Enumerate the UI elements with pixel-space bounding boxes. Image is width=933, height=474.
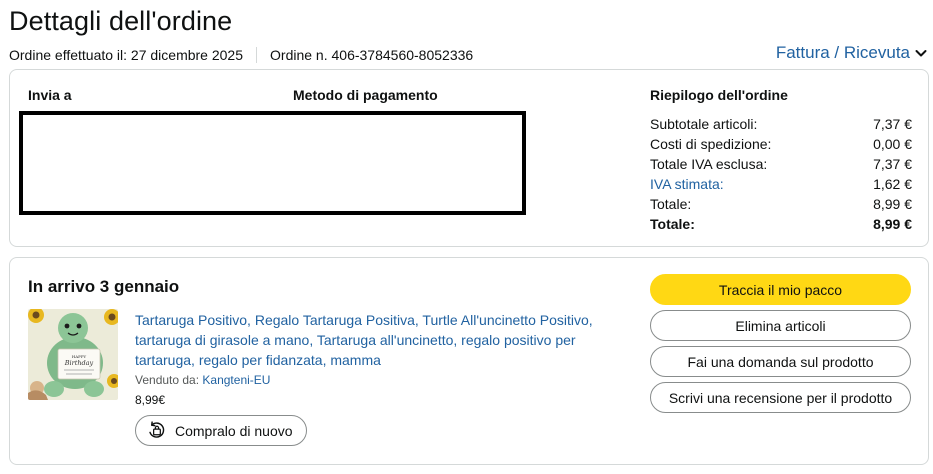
order-summary-heading: Riepilogo dell'ordine xyxy=(650,87,788,103)
summary-row: Totale: 8,99 € xyxy=(650,194,912,214)
write-review-button[interactable]: Scrivi una recensione per il prodotto xyxy=(650,382,911,413)
buy-again-label: Compralo di nuovo xyxy=(175,422,293,439)
summary-grand-total: Totale: 8,99 € xyxy=(650,214,912,234)
item-price: 8,99€ xyxy=(135,393,166,407)
summary-value: 0,00 € xyxy=(873,136,912,152)
product-thumbnail[interactable]: HAPPY Birthday xyxy=(28,309,118,400)
invoice-link-label: Fattura / Ricevuta xyxy=(775,43,910,62)
summary-label: Subtotale articoli: xyxy=(650,116,758,132)
meta-divider xyxy=(256,47,258,63)
summary-label: Costi di spedizione: xyxy=(650,136,772,152)
summary-value: 7,37 € xyxy=(873,156,912,172)
buy-again-button[interactable]: Compralo di nuovo xyxy=(135,415,307,446)
summary-row: Totale IVA esclusa: 7,37 € xyxy=(650,154,912,174)
estimated-vat-link[interactable]: IVA stimata: xyxy=(650,174,724,194)
track-package-button[interactable]: Traccia il mio pacco xyxy=(650,274,911,305)
redacted-address-box xyxy=(19,111,526,215)
ask-question-button[interactable]: Fai una domanda sul prodotto xyxy=(650,346,911,377)
product-title-link[interactable]: Tartaruga Positivo, Regalo Tartaruga Pos… xyxy=(135,310,615,370)
summary-label: Totale: xyxy=(650,216,695,232)
shipment-card: In arrivo 3 gennaio HAPPY Birthday Tarta… xyxy=(9,257,929,465)
svg-text:Birthday: Birthday xyxy=(64,359,94,367)
summary-row: Subtotale articoli: 7,37 € xyxy=(650,114,912,134)
summary-row-vat: IVA stimata: 1,62 € xyxy=(650,174,912,194)
order-summary: Riepilogo dell'ordine Subtotale articoli… xyxy=(650,87,912,234)
sold-by-label: Venduto da: xyxy=(135,373,203,387)
summary-value: 7,37 € xyxy=(873,116,912,132)
invoice-link[interactable]: Fattura / Ricevuta xyxy=(776,43,928,63)
order-date: Ordine effettuato il: 27 dicembre 2025 xyxy=(9,47,244,63)
delete-items-button[interactable]: Elimina articoli xyxy=(650,310,911,341)
summary-value: 1,62 € xyxy=(873,176,912,192)
buy-again-icon xyxy=(149,421,165,438)
summary-label: Totale: xyxy=(650,196,692,212)
summary-value: 8,99 € xyxy=(873,216,912,232)
summary-row: Costi di spedizione: 0,00 € xyxy=(650,134,912,154)
arrival-status: In arrivo 3 gennaio xyxy=(28,277,180,296)
summary-value: 8,99 € xyxy=(873,196,912,212)
ship-to-heading: Invia a xyxy=(28,87,72,103)
payment-method-heading: Metodo di pagamento xyxy=(293,87,438,103)
seller-link[interactable]: Kangteni-EU xyxy=(202,373,270,387)
summary-label: Totale IVA esclusa: xyxy=(650,156,768,172)
order-meta: Ordine effettuato il: 27 dicembre 2025 O… xyxy=(9,47,473,63)
order-details-card: Invia a Metodo di pagamento Riepilogo de… xyxy=(9,69,929,247)
page-title: Dettagli dell'ordine xyxy=(9,6,233,36)
chevron-down-icon xyxy=(915,50,927,57)
sold-by: Venduto da: Kangteni-EU xyxy=(135,373,270,387)
order-number: Ordine n. 406-3784560-8052336 xyxy=(270,47,474,63)
